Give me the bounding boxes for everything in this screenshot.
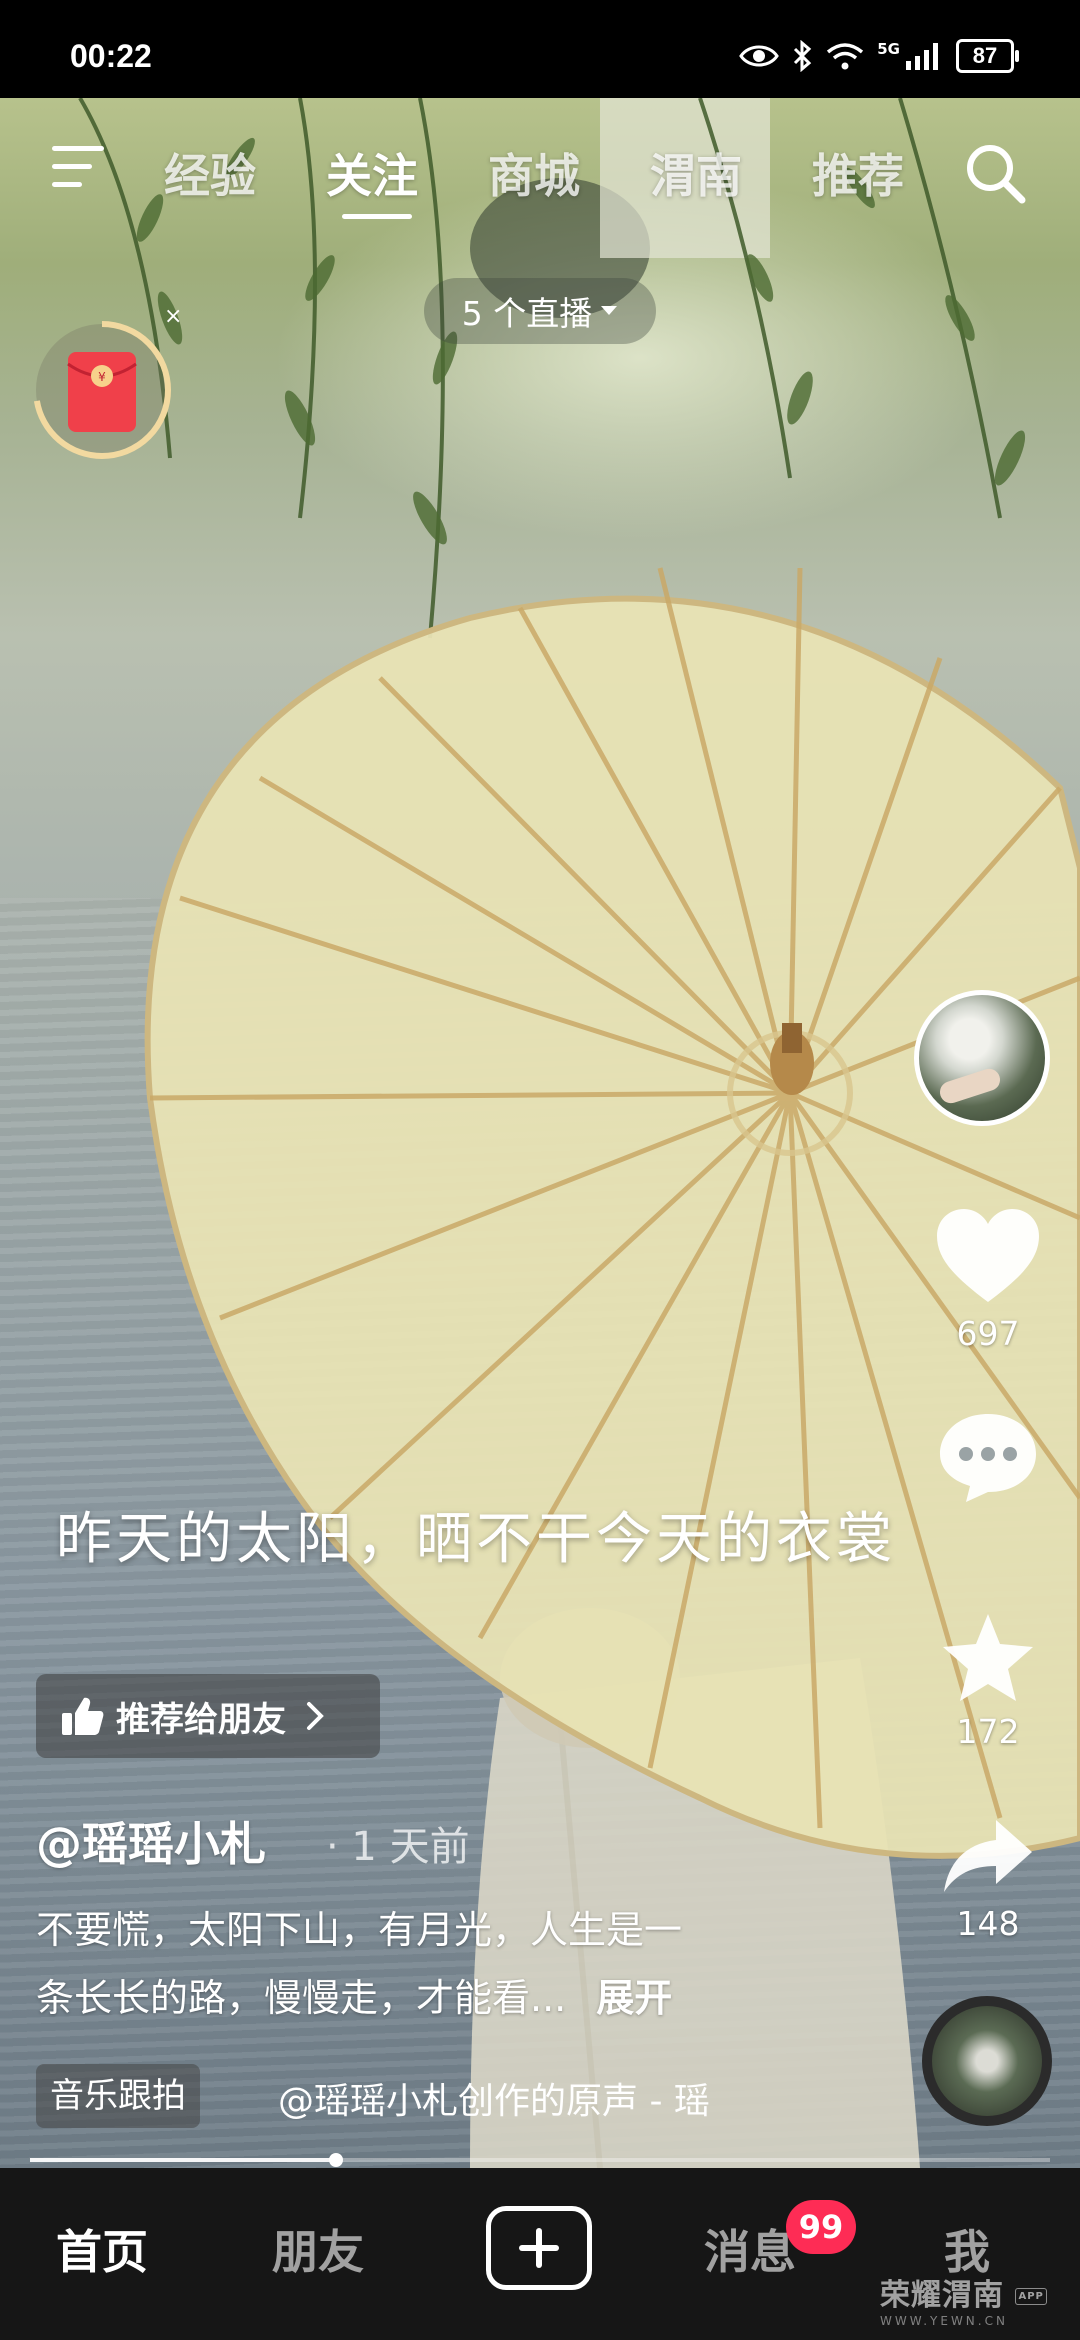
red-packet-close-icon[interactable]: × [164, 304, 182, 329]
search-icon[interactable] [962, 140, 1028, 206]
status-icons: 5G 87 [739, 38, 1019, 74]
caret-down-icon [601, 306, 618, 315]
share-arrow-icon [944, 1820, 1032, 1892]
video-description: 不要慌，太阳下山，有月光，人生是一 条长长的路，慢慢走，才能看... 展开 [36, 1896, 816, 2032]
video-subtitle: 昨天的太阳，晒不干今天的衣裳 [56, 1507, 896, 1572]
post-time: · 1 天前 [326, 1824, 470, 1870]
watermark: 荣耀渭南 APP WWW.YEWN.CN [880, 2270, 1050, 2328]
heart-icon [937, 1209, 1039, 1302]
watermark-main: 荣耀渭南 [880, 2278, 1004, 2313]
like-button[interactable]: 697 [928, 1206, 1048, 1353]
star-icon [943, 1614, 1033, 1701]
creator-avatar[interactable] [914, 990, 1050, 1126]
tab-weinan[interactable]: 渭南 [650, 140, 742, 206]
create-button[interactable] [486, 2206, 592, 2290]
video-progress-bar[interactable] [30, 2153, 1050, 2167]
recommend-label: 推荐给朋友 [116, 1699, 286, 1740]
plus-icon [519, 2228, 559, 2268]
live-streams-label: 5 个直播 [461, 294, 593, 333]
battery-indicator: 87 [956, 39, 1019, 73]
music-title[interactable]: @瑶瑶小札创作的原声 - 瑶 [278, 2072, 710, 2124]
status-bar: 00:22 5G 87 [0, 0, 1080, 98]
bluetooth-icon [794, 40, 812, 72]
messages-badge: 99 [786, 2200, 856, 2254]
expand-button[interactable]: 展开 [596, 1976, 672, 2020]
share-count: 148 [956, 1904, 1020, 1943]
watermark-sub: WWW.YEWN.CN [880, 2314, 1008, 2328]
network-type: 5G [877, 40, 900, 58]
nav-home[interactable]: 首页 [56, 2216, 148, 2282]
live-streams-button[interactable]: 5 个直播 [424, 278, 656, 344]
top-nav: 经验 关注 商城 渭南 推荐 [0, 130, 1080, 219]
active-tab-indicator [342, 214, 412, 219]
red-packet-icon[interactable]: ¥ [30, 318, 174, 462]
avatar-hand-image [937, 1065, 1003, 1107]
tab-following[interactable]: 关注 [326, 140, 418, 206]
nav-messages[interactable]: 消息 [704, 2216, 796, 2282]
comment-icon [940, 1414, 1036, 1502]
signal-icon [906, 43, 938, 70]
favorite-count: 172 [956, 1712, 1020, 1751]
thumbs-up-icon [62, 1697, 104, 1735]
author-name[interactable]: @瑶瑶小札 [36, 1808, 266, 1874]
watermark-app: APP [1015, 2288, 1047, 2305]
music-disc[interactable] [922, 1996, 1052, 2126]
menu-icon[interactable] [50, 142, 106, 192]
status-time: 00:22 [70, 38, 152, 74]
wifi-icon [827, 43, 864, 70]
progress-fill [30, 2158, 336, 2162]
eye-icon [739, 45, 780, 67]
nav-friends[interactable]: 朋友 [272, 2216, 364, 2282]
svg-text:¥: ¥ [98, 370, 106, 384]
favorite-button[interactable]: 172 [928, 1612, 1048, 1751]
tab-mall[interactable]: 商城 [488, 140, 580, 206]
tab-recommend[interactable]: 推荐 [812, 140, 904, 206]
like-count: 697 [956, 1314, 1020, 1353]
recommend-to-friend-button[interactable]: 推荐给朋友 [36, 1674, 380, 1758]
share-button[interactable]: 148 [928, 1816, 1048, 1943]
desc-line-1: 不要慌，太阳下山，有月光，人生是一 [36, 1908, 683, 1952]
chevron-right-icon [307, 1702, 324, 1730]
music-follow-tag[interactable]: 音乐跟拍 [36, 2064, 200, 2128]
comment-button[interactable] [928, 1408, 1048, 1508]
tab-experience[interactable]: 经验 [164, 140, 256, 206]
desc-line-2: 条长长的路，慢慢走，才能看... [36, 1976, 567, 2020]
progress-knob[interactable] [329, 2153, 343, 2167]
